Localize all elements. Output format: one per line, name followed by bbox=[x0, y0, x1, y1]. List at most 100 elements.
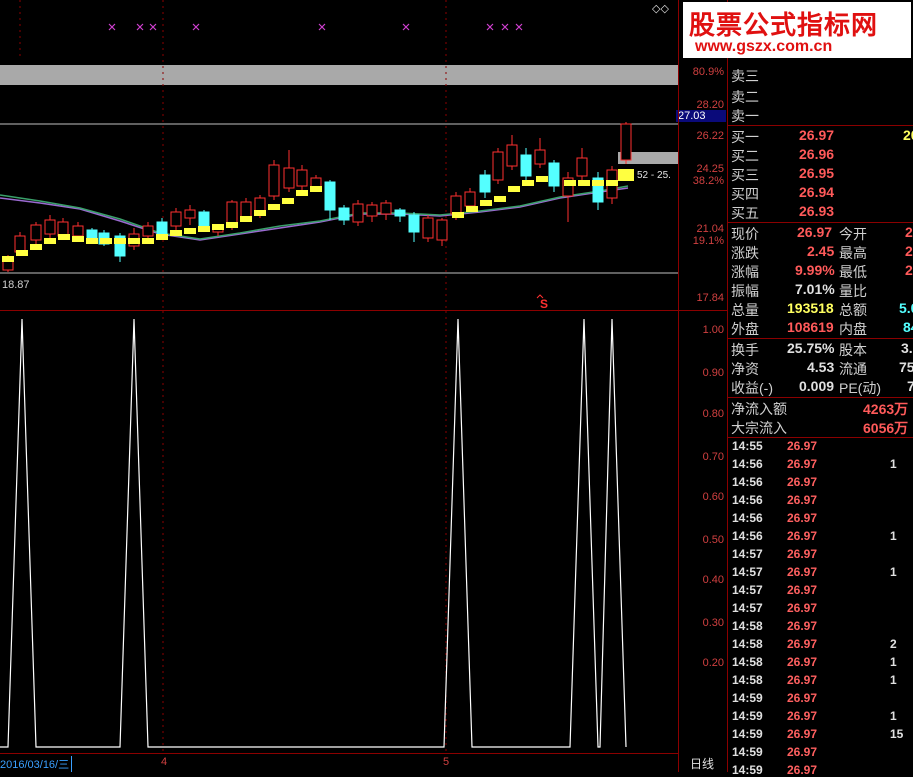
tick-volume: 1 bbox=[890, 709, 897, 723]
watermark-title: 股票公式指标网 bbox=[689, 11, 879, 41]
candle-body bbox=[479, 174, 491, 193]
buy-volume: 20 bbox=[903, 127, 913, 143]
turnover-value: 25.75% bbox=[787, 340, 835, 356]
low-value: 2 bbox=[905, 262, 913, 278]
buy-row[interactable]: 买三 26.95 bbox=[731, 165, 913, 184]
candle-body bbox=[30, 224, 42, 241]
candle-body bbox=[534, 149, 546, 165]
tick-price: 26.97 bbox=[787, 529, 818, 543]
signal-x-mark bbox=[318, 23, 326, 31]
signal-step bbox=[226, 222, 238, 228]
candle-body bbox=[436, 219, 448, 241]
tick-price: 26.97 bbox=[787, 583, 818, 597]
signal-step bbox=[268, 204, 280, 210]
candle-body bbox=[170, 211, 182, 227]
tick-volume: 2 bbox=[890, 637, 897, 651]
buy-row[interactable]: 买二 26.96 bbox=[731, 146, 913, 165]
candle-body bbox=[520, 154, 532, 177]
candle-body bbox=[380, 202, 392, 215]
pe-label: PE(动) bbox=[839, 380, 881, 396]
tick-time: 14:57 bbox=[732, 583, 763, 597]
buy-row[interactable]: 买五 26.93 bbox=[731, 203, 913, 222]
buy-label: 买五 bbox=[731, 205, 759, 221]
open-label: 今开 bbox=[839, 226, 867, 242]
float-label: 流通 bbox=[839, 361, 867, 377]
quote-row: 收益(-) 0.009 PE(动) 7 bbox=[731, 378, 913, 397]
tick-volume: 1 bbox=[890, 655, 897, 669]
candles bbox=[2, 122, 632, 272]
tick-price: 26.97 bbox=[787, 673, 818, 687]
axis-label: 0.80 bbox=[702, 408, 724, 420]
eps-value: 0.009 bbox=[799, 378, 835, 394]
axis-label: 38.2% bbox=[692, 175, 724, 187]
indicator-chart[interactable] bbox=[0, 311, 678, 753]
candle-body bbox=[338, 207, 350, 221]
sell-marker: S bbox=[540, 297, 548, 310]
candle-body bbox=[366, 204, 378, 217]
sell-row[interactable]: 卖三 bbox=[731, 66, 913, 85]
signal-step bbox=[156, 234, 168, 240]
date-label: 2016/03/16/三 bbox=[0, 756, 73, 772]
signal-step bbox=[114, 238, 126, 244]
candle-body bbox=[548, 162, 560, 187]
quote-row: 外盘 108619 内盘 84 bbox=[731, 319, 913, 338]
candle-body bbox=[240, 201, 252, 219]
candle-body bbox=[450, 195, 462, 215]
sell-label: 卖三 bbox=[731, 68, 759, 84]
tick-price: 26.97 bbox=[787, 493, 818, 507]
signal-marks bbox=[108, 23, 523, 31]
signal-step bbox=[282, 198, 294, 204]
axis-label: 19.1% bbox=[692, 235, 724, 247]
buy-label: 买四 bbox=[731, 186, 759, 202]
tick-price: 26.97 bbox=[787, 709, 818, 723]
signal-x-mark bbox=[486, 23, 494, 31]
candle-body bbox=[156, 221, 168, 235]
tick-time: 14:58 bbox=[732, 655, 763, 669]
tick-price: 26.97 bbox=[787, 439, 818, 453]
candlestick-chart[interactable]: S 18.87 52 - 25. bbox=[0, 0, 678, 310]
signal-step bbox=[184, 228, 196, 234]
eps-label: 收益(-) bbox=[731, 380, 773, 396]
signal-step bbox=[522, 180, 534, 186]
quote-row: 振幅 7.01% 量比 bbox=[731, 281, 913, 300]
axis-label: 0.20 bbox=[702, 657, 724, 669]
tick-time: 14:56 bbox=[732, 511, 763, 525]
current-price-tag: 27.03 bbox=[676, 110, 726, 122]
tick-volume: 1 bbox=[890, 565, 897, 579]
diamond-icon[interactable]: ◇◇ bbox=[652, 2, 669, 15]
tick-time: 14:57 bbox=[732, 547, 763, 561]
axis-label: 0.40 bbox=[702, 574, 724, 586]
range-label: 52 - 25. bbox=[637, 170, 671, 181]
buy-row[interactable]: 买一 26.97 20 bbox=[731, 127, 913, 146]
signal-step bbox=[494, 196, 506, 202]
divider bbox=[728, 437, 913, 438]
sell-label: 卖一 bbox=[731, 108, 759, 124]
axis-label: 0.30 bbox=[702, 617, 724, 629]
tick-time: 14:58 bbox=[732, 637, 763, 651]
net-flow-value: 4263万 bbox=[863, 401, 909, 417]
candle-body bbox=[268, 164, 280, 197]
signal-step bbox=[16, 250, 28, 256]
signal-step bbox=[142, 238, 154, 244]
buy-row[interactable]: 买四 26.94 bbox=[731, 184, 913, 203]
candle-body bbox=[394, 209, 406, 217]
signal-step bbox=[508, 186, 520, 192]
sell-row[interactable]: 卖一 bbox=[731, 106, 913, 125]
sell-row[interactable]: 卖二 bbox=[731, 87, 913, 106]
period-button[interactable]: 日线 bbox=[690, 755, 714, 772]
tick-price: 26.97 bbox=[787, 601, 818, 615]
outer-value: 108619 bbox=[787, 319, 834, 335]
watermark-url: www.gszx.com.cn bbox=[695, 38, 833, 55]
axis-label: 0.60 bbox=[702, 491, 724, 503]
candle-body bbox=[352, 203, 364, 223]
change-label: 涨跌 bbox=[731, 245, 759, 261]
candle-body bbox=[44, 219, 56, 235]
quote-row: 换手 25.75% 股本 3.0 bbox=[731, 340, 913, 359]
signal-step bbox=[212, 224, 224, 230]
fib-band-top bbox=[0, 65, 678, 85]
amp-value: 7.01% bbox=[795, 281, 835, 297]
ratio-label: 量比 bbox=[839, 283, 867, 299]
buy-label: 买三 bbox=[731, 167, 759, 183]
buy-price: 26.96 bbox=[799, 146, 835, 162]
axis-label: 21.04 bbox=[696, 223, 724, 235]
